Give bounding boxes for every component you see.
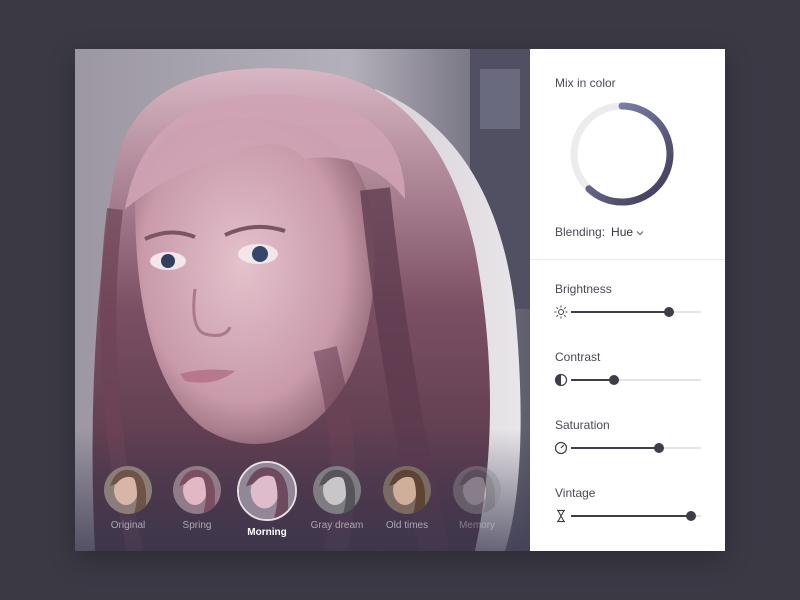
filter-label: Morning	[247, 527, 287, 538]
vintage-slider[interactable]	[554, 509, 704, 523]
filter-thumbnail[interactable]	[453, 466, 501, 514]
contrast-label: Contrast	[555, 350, 601, 364]
blending-control: Blending: Hue	[555, 225, 644, 239]
filter-label: Original	[110, 520, 146, 531]
filter-thumbnail[interactable]	[173, 466, 221, 514]
blending-dropdown[interactable]: Hue	[611, 225, 644, 239]
filter-spring[interactable]: Spring	[157, 466, 237, 531]
filter-thumbnail[interactable]	[313, 466, 361, 514]
hourglass-icon	[554, 509, 568, 523]
saturation-slider[interactable]	[554, 441, 704, 455]
filter-thumbnail[interactable]	[383, 466, 431, 514]
filter-memory[interactable]: Memory	[437, 466, 517, 531]
slider-knob[interactable]	[663, 307, 674, 317]
filter-label: Memory	[458, 520, 496, 531]
slider-fill	[571, 515, 691, 517]
filter-old-times[interactable]: Old times	[367, 466, 447, 531]
panel-divider	[530, 259, 725, 260]
slider-track[interactable]	[571, 443, 701, 453]
sun-icon	[554, 305, 568, 319]
slider-fill	[571, 447, 660, 449]
filter-thumbnail[interactable]	[104, 466, 152, 514]
photo-preview: Original Spring Morning Gray dream Old t…	[75, 49, 530, 551]
photo-editor-card: Original Spring Morning Gray dream Old t…	[75, 49, 725, 551]
filter-strip: Original Spring Morning Gray dream Old t…	[75, 49, 530, 551]
saturation-label: Saturation	[555, 418, 610, 432]
gauge-icon	[554, 441, 568, 455]
filter-label: Spring	[182, 520, 212, 531]
filter-gray-dream[interactable]: Gray dream	[297, 466, 377, 531]
slider-track[interactable]	[571, 375, 701, 385]
filter-label: Gray dream	[310, 520, 364, 531]
slider-knob[interactable]	[685, 511, 696, 521]
slider-knob[interactable]	[608, 375, 619, 385]
filter-label: Old times	[385, 520, 429, 531]
slider-track[interactable]	[571, 511, 701, 521]
slider-fill	[571, 311, 669, 313]
brightness-label: Brightness	[555, 282, 612, 296]
slider-track[interactable]	[571, 307, 701, 317]
slider-fill	[571, 379, 614, 381]
mix-color-title: Mix in color	[555, 76, 616, 90]
adjustments-panel: Mix in color Blending: Hue Brightness Co…	[530, 49, 725, 551]
vintage-label: Vintage	[555, 486, 596, 500]
brightness-slider[interactable]	[554, 305, 704, 319]
filter-thumbnail[interactable]	[237, 461, 297, 521]
contrast-icon	[554, 373, 568, 387]
mix-color-ring[interactable]	[569, 101, 675, 207]
filter-original[interactable]: Original	[88, 466, 168, 531]
blending-value: Hue	[611, 225, 634, 239]
chevron-down-icon	[636, 225, 644, 239]
blending-label: Blending:	[555, 225, 606, 239]
slider-knob[interactable]	[654, 443, 665, 453]
filter-morning[interactable]: Morning	[227, 461, 307, 538]
contrast-slider[interactable]	[554, 373, 704, 387]
